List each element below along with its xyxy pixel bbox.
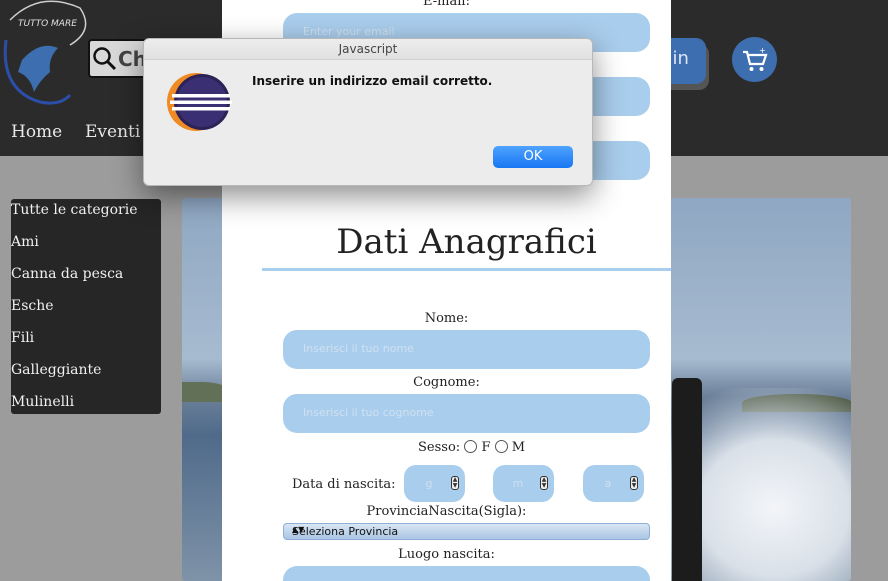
month-placeholder: m <box>512 477 524 490</box>
ok-button[interactable]: OK <box>493 146 573 168</box>
day-placeholder: g <box>425 477 433 490</box>
year-placeholder: a <box>604 477 612 490</box>
cognome-field[interactable]: Inserisci il tuo cognome <box>283 394 650 433</box>
eclipse-app-icon <box>166 73 232 137</box>
section-title: Dati Anagrafici <box>336 222 597 262</box>
sidebar-item-esche[interactable]: Esche <box>11 298 54 314</box>
provincia-select[interactable]: Seleziona Provincia ▲▼ <box>283 523 650 540</box>
month-stepper-icon[interactable]: ▲ ▼ <box>540 476 548 490</box>
cognome-placeholder: Inserisci il tuo cognome <box>303 406 434 419</box>
nome-label: Nome: <box>424 311 469 326</box>
sidebar-item-mulinelli[interactable]: Mulinelli <box>11 394 74 410</box>
day-input[interactable]: g ▲ ▼ <box>404 465 465 502</box>
nome-placeholder: Inserisci il tuo nome <box>303 342 414 355</box>
luogo-field[interactable] <box>283 566 650 581</box>
sidebar-item-ami[interactable]: Ami <box>11 234 39 250</box>
nome-field[interactable]: Inserisci il tuo nome <box>283 330 650 369</box>
dialog-titlebar[interactable]: Javascript <box>144 39 592 60</box>
month-input[interactable]: m ▲ ▼ <box>493 465 554 502</box>
radio-f-label: F <box>481 440 491 455</box>
site-logo[interactable]: TUTTO MARE <box>0 0 92 108</box>
section-divider <box>262 268 671 271</box>
sesso-label: Sesso: <box>418 440 461 455</box>
radio-m-label: M <box>511 440 526 455</box>
logo-text: TUTTO MARE <box>18 19 77 29</box>
search-icon <box>93 47 117 71</box>
nav-home[interactable]: Home <box>11 122 62 142</box>
provincia-label: ProvinciaNascita(Sigla): <box>366 504 527 519</box>
chevron-updown-icon: ▲▼ <box>292 525 305 534</box>
data-nascita-label: Data di nascita: <box>292 477 396 492</box>
radio-f[interactable] <box>464 440 478 453</box>
dialog-message: Inserire un indirizzo email corretto. <box>252 74 493 88</box>
cart-icon: + <box>743 46 768 71</box>
dialog-title: Javascript <box>338 42 398 56</box>
sidebar-item-canna[interactable]: Canna da pesca <box>11 266 123 282</box>
nav-eventi[interactable]: Eventi <box>85 122 140 142</box>
email-label: E-mail: <box>423 0 470 9</box>
sidebar-item-all[interactable]: Tutte le categorie <box>11 202 138 218</box>
day-stepper-icon[interactable]: ▲ ▼ <box>451 476 459 490</box>
year-input[interactable]: a ▲ ▼ <box>583 465 644 502</box>
email-placeholder: Enter your email <box>303 25 395 38</box>
radio-m[interactable] <box>494 440 508 453</box>
svg-text:+: + <box>759 46 766 55</box>
cart-button[interactable]: + <box>732 37 777 82</box>
sidebar-item-fili[interactable]: Fili <box>11 330 34 346</box>
cognome-label: Cognome: <box>413 375 480 390</box>
sidebar-item-galleggiante[interactable]: Galleggiante <box>11 362 101 378</box>
luogo-label: Luogo nascita: <box>398 547 495 562</box>
alert-dialog: Javascript Inserire un indirizzo email c… <box>143 38 593 186</box>
sesso-group: Sesso: F M <box>418 440 525 455</box>
year-stepper-icon[interactable]: ▲ ▼ <box>630 476 638 490</box>
category-sidebar: Tutte le categorie Ami Canna da pesca Es… <box>11 199 161 414</box>
